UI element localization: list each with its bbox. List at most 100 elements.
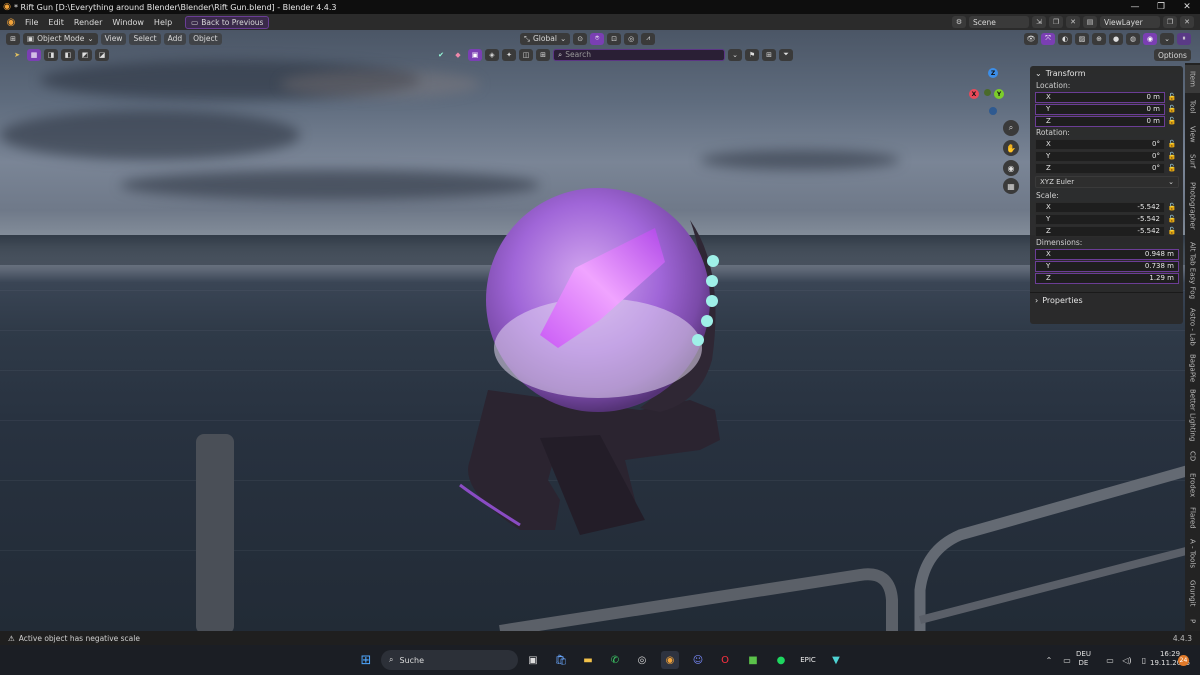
transform-section-header[interactable]: ⌄ Transform — [1030, 66, 1183, 80]
wireframe-shading-icon[interactable]: ⊕ — [1092, 32, 1106, 45]
location-y-field[interactable]: Y0 m — [1035, 103, 1165, 115]
location-x-field[interactable]: X0 m — [1035, 91, 1165, 103]
task-view-icon[interactable]: ▣ — [524, 651, 542, 669]
gizmo-y-axis[interactable]: Y — [994, 89, 1004, 99]
tab-alt-tab-easy-fog[interactable]: Alt Tab Easy Fog — [1185, 239, 1200, 303]
display-icon[interactable]: ▭ — [1101, 651, 1119, 669]
tab-astro-lab[interactable]: Astro - Lab — [1185, 305, 1200, 349]
close-icon[interactable]: ✕ — [1174, 0, 1200, 14]
opera-icon[interactable]: O — [716, 651, 734, 669]
menu-select[interactable]: Select — [129, 32, 161, 45]
menu-add[interactable]: Add — [163, 32, 187, 45]
minecraft-icon[interactable]: ■ — [744, 651, 762, 669]
lock-icon[interactable]: 🔓 — [1165, 140, 1179, 148]
tab-a-tools[interactable]: A - Tools — [1185, 535, 1200, 573]
location-z-field[interactable]: Z0 m — [1035, 115, 1165, 127]
windows-start-icon[interactable]: ⊞ — [357, 651, 375, 669]
light-filter-icon[interactable]: ✦ — [502, 48, 516, 61]
dimensions-x-field[interactable]: X 0.948 m — [1035, 248, 1179, 260]
tab-p[interactable]: P — [1185, 613, 1200, 629]
maximize-icon[interactable]: ❐ — [1148, 0, 1174, 14]
cursor-tool-icon[interactable]: ➤ — [10, 49, 24, 61]
back-to-previous-button[interactable]: ▭ Back to Previous — [185, 15, 270, 29]
tab-cd[interactable]: CD — [1185, 445, 1200, 467]
viewlayer-type-icon[interactable]: ▤ — [1083, 16, 1097, 28]
editor-type-icon[interactable]: ⊞ — [6, 32, 20, 45]
properties-section-header[interactable]: › Properties — [1030, 293, 1183, 307]
tab-bagapie[interactable]: BagaPie — [1185, 351, 1200, 385]
gizmo-toggle-icon[interactable]: ⤧ — [1041, 32, 1055, 45]
select-subtract-icon[interactable]: ◧ — [61, 48, 75, 61]
toggle-sidebar-icon[interactable]: ⏸ — [1177, 32, 1191, 45]
scene-selector[interactable]: Scene — [969, 16, 1029, 28]
lock-icon[interactable]: 🔓 — [1165, 203, 1179, 211]
object-filter-icon[interactable]: ▣ — [468, 48, 482, 61]
scene-delete-icon[interactable]: ✕ — [1066, 16, 1080, 28]
store-icon[interactable]: 🛍 — [552, 651, 570, 669]
dimensions-y-field[interactable]: Y 0.738 m — [1035, 260, 1179, 272]
minimize-icon[interactable]: — — [1122, 0, 1148, 14]
select-intersect-icon[interactable]: ◪ — [95, 48, 109, 61]
menu-render[interactable]: Render — [69, 18, 107, 27]
gizmo-neg-y[interactable] — [984, 89, 991, 96]
lock-icon[interactable]: 🔓 — [1165, 152, 1179, 160]
chevron-down-icon[interactable]: ⌄ — [728, 48, 742, 61]
browser-icon[interactable]: ◎ — [633, 651, 651, 669]
viewlayer-selector[interactable]: ViewLayer — [1100, 16, 1160, 28]
whatsapp-icon[interactable]: ✆ — [606, 651, 624, 669]
menu-help[interactable]: Help — [149, 18, 177, 27]
snap-target-icon[interactable]: ⊡ — [607, 32, 622, 45]
notification-badge[interactable]: 24 — [1178, 655, 1189, 666]
rotation-x-field[interactable]: X 0° — [1035, 138, 1165, 150]
scene-copy-icon[interactable]: ❐ — [1049, 16, 1063, 28]
tab-view[interactable]: View — [1185, 121, 1200, 147]
taskbar-search[interactable]: ⌕ Suche — [381, 650, 518, 670]
grid-view-icon[interactable]: ⊞ — [762, 48, 776, 61]
material-shading-icon[interactable]: ◍ — [1126, 32, 1140, 45]
tab-photographer[interactable]: Photographer — [1185, 175, 1200, 237]
select-box-icon[interactable]: ▦ — [27, 48, 41, 61]
pan-hand-icon[interactable]: ✋ — [1003, 140, 1019, 156]
tab-grungit[interactable]: Grungit — [1185, 575, 1200, 611]
options-button[interactable]: Options — [1154, 49, 1191, 61]
camera-filter-icon[interactable]: ◫ — [519, 48, 533, 61]
gizmo-x-axis[interactable]: X — [969, 89, 979, 99]
chevron-up-icon[interactable]: ⌃ — [1040, 651, 1058, 669]
lock-icon[interactable]: 🔓 — [1165, 227, 1179, 235]
menu-edit[interactable]: Edit — [43, 18, 69, 27]
vpn-icon[interactable]: ▼ — [827, 651, 845, 669]
tab-tool[interactable]: Tool — [1185, 95, 1200, 119]
proportional-edit-icon[interactable]: ◎ — [624, 32, 639, 45]
spotify-icon[interactable]: ● — [772, 651, 790, 669]
rotation-mode-dropdown[interactable]: XYZ Euler ⌄ — [1035, 176, 1179, 188]
select-invert-icon[interactable]: ◩ — [78, 48, 92, 61]
menu-window[interactable]: Window — [107, 18, 149, 27]
blender-logo-icon[interactable]: ◉ — [4, 15, 18, 29]
overlay-toggle-icon[interactable]: ◐ — [1058, 32, 1072, 45]
dimensions-z-field[interactable]: Z 1.29 m — [1035, 272, 1179, 284]
tab-item[interactable]: Item — [1185, 65, 1200, 93]
lock-icon[interactable]: 🔓 — [1165, 164, 1179, 172]
lock-icon[interactable]: 🔓 — [1165, 93, 1179, 101]
language-indicator[interactable]: DEU DE — [1076, 650, 1091, 668]
blender-taskbar-icon[interactable]: ◉ — [661, 651, 679, 669]
grid-filter-icon[interactable]: ⊞ — [536, 48, 550, 61]
file-explorer-icon[interactable]: ▬ — [579, 651, 597, 669]
network-icon[interactable]: ▭ — [1058, 651, 1076, 669]
viewlayer-delete-icon[interactable]: ✕ — [1180, 16, 1194, 28]
transform-orientation-selector[interactable]: ⤡ Global ⌄ — [520, 32, 571, 45]
viewlayer-copy-icon[interactable]: ❐ — [1163, 16, 1177, 28]
menu-object[interactable]: Object — [189, 32, 222, 45]
menu-view[interactable]: View — [100, 32, 127, 45]
navigation-gizmo[interactable]: Z X Y — [968, 68, 1012, 116]
zoom-icon[interactable]: ⌕ — [1003, 120, 1019, 136]
filter-icon[interactable]: ⏷ — [779, 48, 793, 61]
epic-games-icon[interactable]: EPIC — [799, 651, 817, 669]
select-extend-icon[interactable]: ◨ — [44, 48, 58, 61]
color-icon[interactable]: ◆ — [451, 49, 465, 61]
tab-better-lighting[interactable]: Better Lighting — [1185, 387, 1200, 443]
discord-icon[interactable]: ☺ — [689, 651, 707, 669]
mode-selector[interactable]: ▣ Object Mode ⌄ — [23, 32, 98, 45]
camera-view-icon[interactable]: ◉ — [1003, 160, 1019, 176]
tab-flared[interactable]: Flared — [1185, 503, 1200, 533]
